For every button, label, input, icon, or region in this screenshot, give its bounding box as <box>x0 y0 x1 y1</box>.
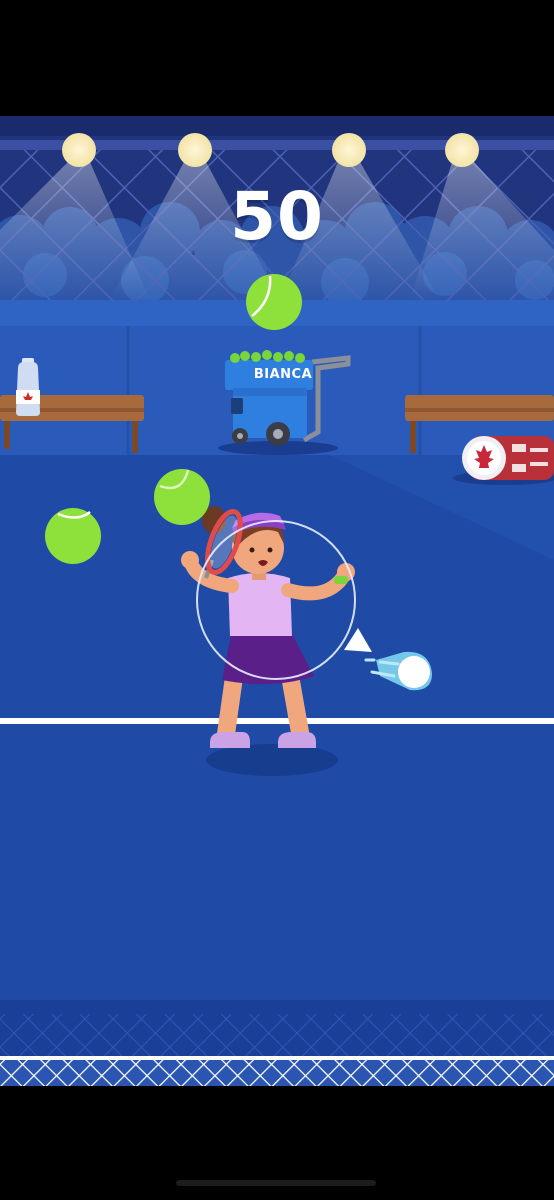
tennis-ball[interactable] <box>154 469 210 525</box>
canada-towel-icon <box>453 436 554 485</box>
stadium-light-icon <box>62 133 96 167</box>
top-bar <box>0 0 554 116</box>
stadium-light-icon <box>445 133 479 167</box>
tennis-net <box>0 1000 554 1086</box>
stadium-light-icon <box>178 133 212 167</box>
score-counter: 50 <box>230 178 324 255</box>
water-bottle-icon <box>16 358 40 416</box>
player-shadow <box>206 744 338 776</box>
home-indicator[interactable] <box>176 1180 376 1186</box>
stadium-light-icon <box>332 133 366 167</box>
court-baseline <box>0 718 554 724</box>
game-screen[interactable]: 50 BIANCA <box>0 0 554 1200</box>
ball-machine-label: BIANCA <box>253 367 313 382</box>
tennis-ball[interactable] <box>246 274 302 330</box>
tennis-ball[interactable] <box>45 508 101 564</box>
